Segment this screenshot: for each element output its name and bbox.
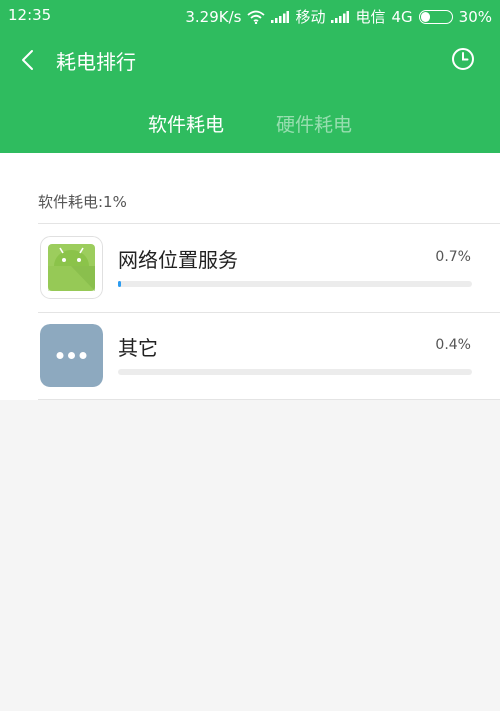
app-percent: 0.7% (435, 249, 471, 265)
status-bar: 12:35 3.29K/s 移动 电信 4G 30% (0, 0, 500, 30)
list-item[interactable]: 网络位置服务 0.7% (0, 224, 500, 312)
android-icon (40, 236, 103, 299)
back-arrow-icon[interactable] (18, 48, 40, 72)
power-progress-bar (118, 281, 472, 287)
app-name: 其它 (118, 336, 158, 360)
more-icon (40, 324, 103, 387)
signal-icon (331, 10, 350, 23)
power-progress-fill (118, 281, 121, 287)
tab-software-power[interactable]: 软件耗电 (148, 110, 224, 137)
tab-bar: 软件耗电 硬件耗电 (0, 104, 500, 140)
wifi-icon (247, 10, 266, 24)
status-time: 12:35 (8, 6, 52, 24)
section-label: 软件耗电:1% (38, 193, 127, 211)
battery-percent: 30% (458, 7, 492, 26)
signal-icon (271, 10, 290, 23)
header: 12:35 3.29K/s 移动 电信 4G 30% 耗电排行 软件耗电 硬件耗… (0, 0, 500, 153)
network-type: 4G (391, 7, 413, 26)
app-percent: 0.4% (435, 337, 471, 353)
power-progress-bar (118, 369, 472, 375)
network-speed: 3.29K/s (185, 7, 242, 26)
power-list: 软件耗电:1% 网络位置服务 0.7% 其它 0.4% (0, 153, 500, 400)
clock-icon[interactable] (450, 46, 476, 72)
carrier-1: 移动 (295, 8, 326, 26)
carrier-2: 电信 (355, 8, 386, 26)
list-item[interactable]: 其它 0.4% (0, 312, 500, 400)
title-bar: 耗电排行 (0, 38, 500, 82)
divider (38, 399, 500, 400)
page-title: 耗电排行 (56, 50, 136, 74)
battery-fill (420, 11, 430, 22)
status-indicators: 3.29K/s 移动 电信 4G 30% (185, 6, 492, 27)
battery-icon (418, 9, 453, 24)
tab-hardware-power[interactable]: 硬件耗电 (276, 110, 352, 137)
app-name: 网络位置服务 (118, 248, 238, 272)
